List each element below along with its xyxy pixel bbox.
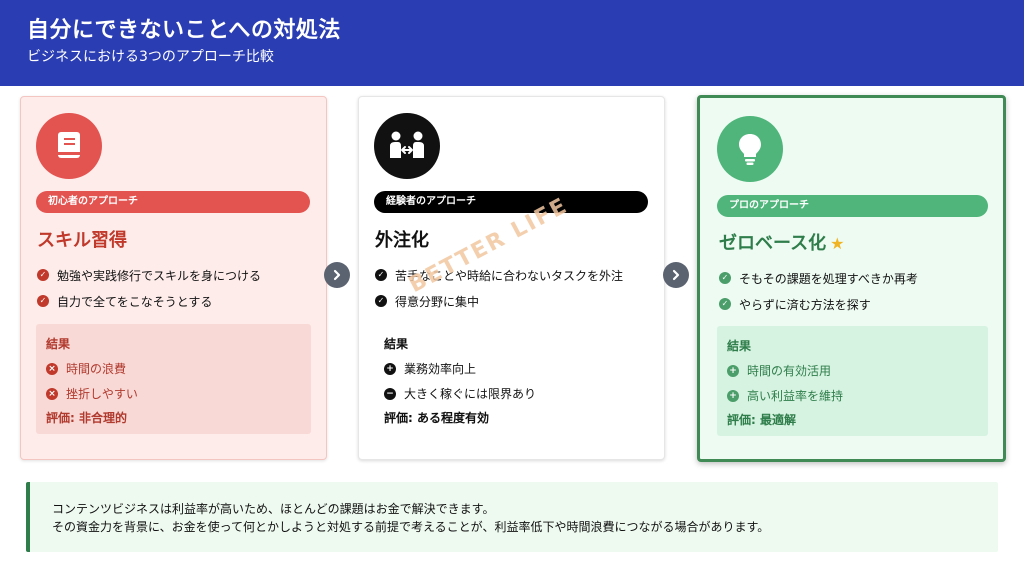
experienced-approach-card: 経験者のアプローチ 外注化 ✓ 苦手なことや時給に合わないタスクを外注 ✓ 得意分野… xyxy=(358,96,665,460)
book-icon xyxy=(36,113,102,179)
result-item: × 時間の浪費 xyxy=(46,356,301,381)
result-box: 結果 + 業務効率向上 − 大きく稼ぐには限界あり 評価: ある程度有効 xyxy=(374,324,649,434)
result-item: × 挫折しやすい xyxy=(46,381,301,406)
approach-badge: 経験者のアプローチ xyxy=(374,191,648,213)
check-icon: ✓ xyxy=(719,298,731,310)
check-icon: ✓ xyxy=(37,295,49,307)
result-title: 結果 xyxy=(727,339,752,353)
evaluation-text: 評価: 最適解 xyxy=(727,413,796,427)
approach-badge: 初心者のアプローチ xyxy=(36,191,310,213)
pro-approach-card: プロのアプローチ ゼロベース化 ★ ✓ そもその課題を処理すべきか再考 ✓ やらずに済… xyxy=(697,95,1006,462)
star-icon: ★ xyxy=(830,234,845,253)
header-banner: 自分にできないことへの対処法 ビジネスにおける3つのアプローチ比較 xyxy=(0,0,1024,86)
check-icon: ✓ xyxy=(37,269,49,281)
list-item: ✓ やらずに済む方法を探す xyxy=(719,291,999,317)
beginner-approach-card: 初心者のアプローチ スキル習得 ✓ 勉強や実践修行でスキルを身につける ✓ 自力で全… xyxy=(20,96,327,460)
lightbulb-icon xyxy=(717,116,783,182)
x-circle-icon: × xyxy=(46,387,58,400)
chevron-right-icon xyxy=(663,262,689,288)
list-item: ✓ そもその課題を処理すべきか再考 xyxy=(719,265,999,291)
plus-circle-icon: + xyxy=(727,364,739,377)
result-title: 結果 xyxy=(46,337,71,351)
result-title: 結果 xyxy=(384,337,409,351)
check-icon: ✓ xyxy=(719,272,731,284)
people-handshake-icon xyxy=(374,113,440,179)
chevron-right-icon xyxy=(324,262,350,288)
result-item: + 高い利益率を維持 xyxy=(727,383,978,408)
approach-points: ✓ 勉強や実践修行でスキルを身につける ✓ 自力で全てをこなそうとする xyxy=(37,262,317,314)
minus-circle-icon: − xyxy=(384,387,396,400)
note-line-1: コンテンツビジネスは利益率が高いため、ほとんどの課題はお金で解決できます。 xyxy=(52,502,495,516)
approach-heading: スキル習得 xyxy=(37,230,127,251)
check-icon: ✓ xyxy=(375,295,387,307)
result-item: + 業務効率向上 xyxy=(384,356,639,381)
evaluation-text: 評価: ある程度有効 xyxy=(384,411,489,425)
list-item: ✓ 自力で全てをこなそうとする xyxy=(37,288,317,314)
x-circle-icon: × xyxy=(46,362,58,375)
approach-heading: 外注化 xyxy=(375,230,429,251)
list-item: ✓ 勉強や実践修行でスキルを身につける xyxy=(37,262,317,288)
check-icon: ✓ xyxy=(375,269,387,281)
result-box: 結果 + 時間の有効活用 + 高い利益率を維持 評価: 最適解 xyxy=(717,326,988,436)
evaluation-text: 評価: 非合理的 xyxy=(46,411,127,425)
page-title: 自分にできないことへの対処法 xyxy=(27,18,341,43)
plus-circle-icon: + xyxy=(384,362,396,375)
plus-circle-icon: + xyxy=(727,389,739,402)
summary-note: コンテンツビジネスは利益率が高いため、ほとんどの課題はお金で解決できます。 その… xyxy=(26,482,998,552)
result-box: 結果 × 時間の浪費 × 挫折しやすい 評価: 非合理的 xyxy=(36,324,311,434)
approach-points: ✓ そもその課題を処理すべきか再考 ✓ やらずに済む方法を探す xyxy=(719,265,999,317)
approach-badge: プロのアプローチ xyxy=(717,195,988,217)
note-line-2: その資金力を背景に、お金を使って何とかしようと対処する前提で考えることが、利益率… xyxy=(52,520,770,534)
result-item: + 時間の有効活用 xyxy=(727,358,978,383)
page-subtitle: ビジネスにおける3つのアプローチ比較 xyxy=(27,49,274,65)
approach-heading: ゼロベース化 ★ xyxy=(719,233,845,254)
result-item: − 大きく稼ぐには限界あり xyxy=(384,381,639,406)
